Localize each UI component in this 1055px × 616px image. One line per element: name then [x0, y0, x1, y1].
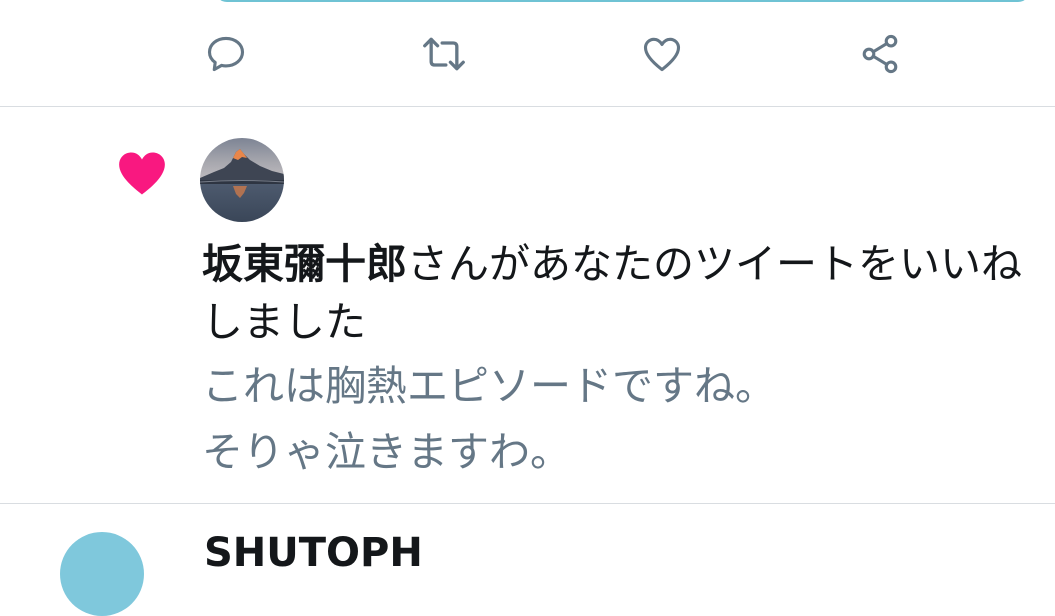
share-button[interactable]	[850, 20, 910, 88]
quoted-tweet-text: これは胸熱エピソードですね。 そりゃ泣きますわ。	[202, 353, 1042, 485]
tweet-action-bar	[0, 20, 1055, 88]
like-button[interactable]	[632, 20, 692, 88]
quote-line: これは胸熱エピソードですね。	[202, 362, 776, 410]
retweet-button[interactable]	[414, 20, 474, 88]
avatar[interactable]	[60, 532, 144, 616]
divider	[0, 503, 1055, 504]
user-name[interactable]: SHUTOPH	[204, 530, 423, 576]
notification-text: 坂東彌十郎さんがあなたのツイートをいいねしました	[202, 235, 1042, 351]
heart-icon	[119, 152, 165, 195]
reply-button[interactable]	[196, 20, 256, 88]
avatar[interactable]	[200, 138, 284, 222]
user-name[interactable]: 坂東彌十郎	[202, 240, 407, 288]
share-icon	[862, 34, 898, 74]
avatar-image	[200, 138, 284, 222]
quote-line: そりゃ泣きますわ。	[202, 428, 571, 476]
like-notification[interactable]: 坂東彌十郎さんがあなたのツイートをいいねしました これは胸熱エピソードですね。 …	[0, 107, 1055, 503]
retweet-icon	[423, 37, 465, 71]
reply-icon	[207, 36, 245, 72]
previous-card-edge	[215, 0, 1030, 2]
like-icon	[643, 37, 681, 72]
